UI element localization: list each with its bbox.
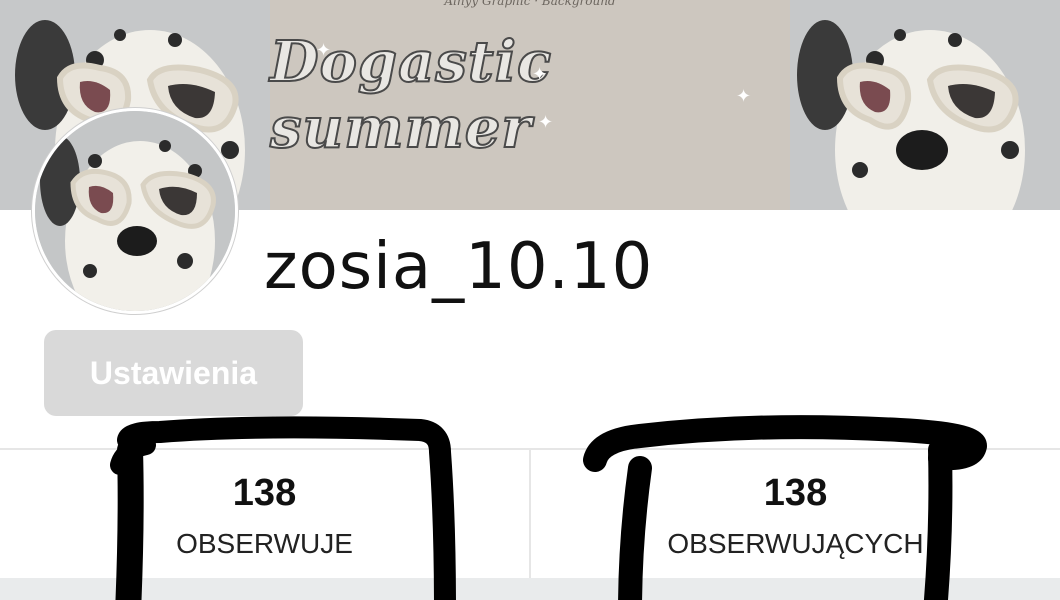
settings-button[interactable]: Ustawienia [44,330,303,416]
profile-username: zosia_10.10 [264,230,654,304]
avatar[interactable] [32,108,238,314]
stat-label: OBSERWUJE [176,528,353,559]
stat-followers[interactable]: 138 OBSERWUJĄCYCH [529,450,1060,578]
sparkle-icon: ✦ [736,86,752,106]
bottom-strip [0,578,1060,600]
banner-dog-image-right [790,0,1060,210]
profile-stats: 138 OBSERWUJE 138 OBSERWUJĄCYCH [0,450,1060,578]
banner-title-panel: Ainyy Graphic · Background ✦ ✦ ✦ ✦ Dogas… [269,0,790,210]
sparkle-icon: ✦ [538,112,554,132]
banner-credits: Ainyy Graphic · Background [444,0,616,8]
stat-count: 138 [232,472,297,514]
banner-title: Dogastic summer [269,28,553,162]
stat-count: 138 [763,472,828,514]
stat-following[interactable]: 138 OBSERWUJE [0,450,529,578]
sparkle-icon: ✦ [532,64,548,84]
sparkle-icon: ✦ [316,40,332,60]
stat-label: OBSERWUJĄCYCH [667,528,924,559]
